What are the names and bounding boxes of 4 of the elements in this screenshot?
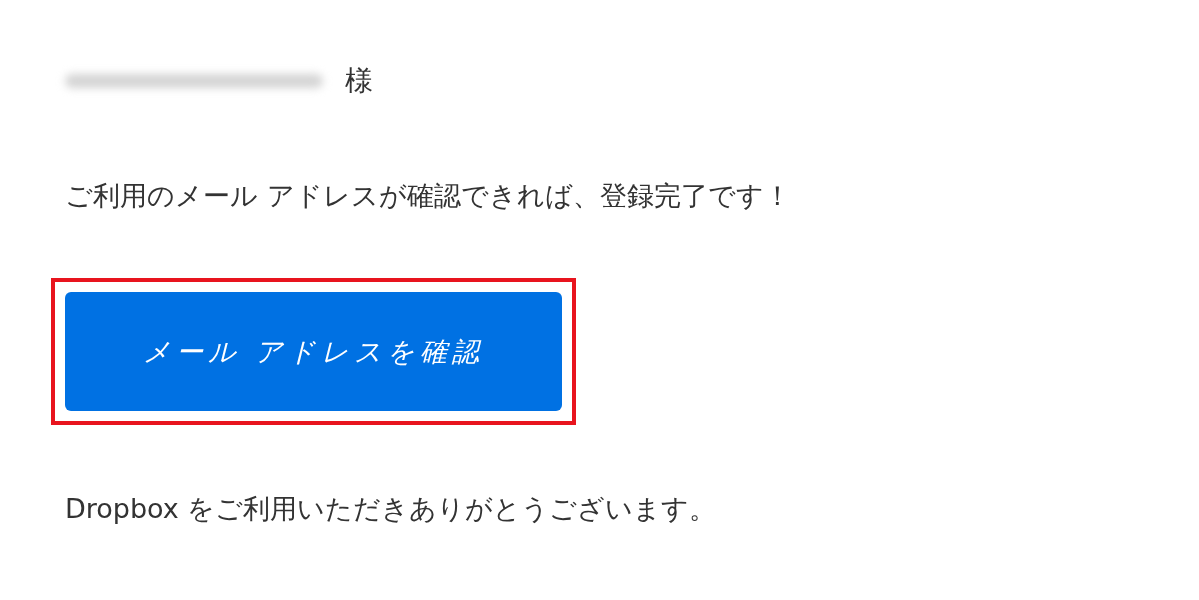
honorific: 様 [345,63,373,99]
message-text: ご利用のメール アドレスが確認できれば、登録完了です！ [65,179,791,213]
closing-text: Dropbox をご利用いただきありがとうございます。 [65,492,717,526]
confirm-email-button[interactable]: メール アドレスを確認 [65,292,562,411]
